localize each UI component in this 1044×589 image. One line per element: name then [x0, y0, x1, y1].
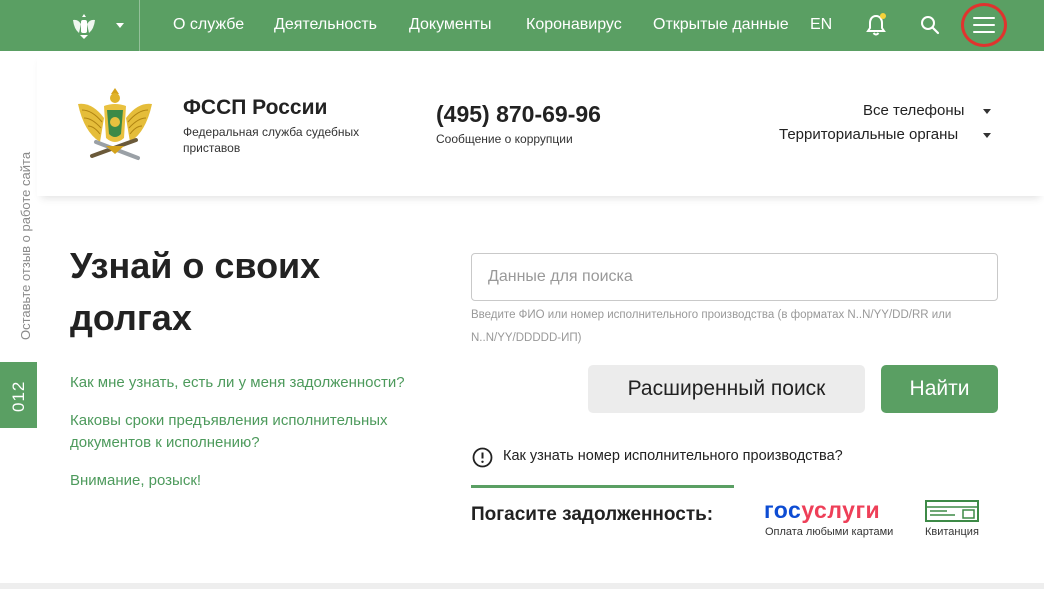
receipt-caption: Квитанция — [925, 526, 979, 538]
corruption-report-link[interactable]: Сообщение о коррупции — [436, 132, 573, 146]
receipt-icon[interactable] — [925, 500, 979, 522]
search-input[interactable] — [471, 253, 998, 301]
find-button[interactable]: Найти — [881, 365, 998, 413]
search-hint: Введите ФИО или номер исполнительного пр… — [471, 309, 952, 344]
advanced-search-button[interactable]: Расширенный поиск — [588, 365, 865, 413]
chevron-down-icon — [983, 133, 991, 138]
emblem-icon — [73, 14, 95, 39]
page-title: Узнай о своих долгах — [70, 245, 321, 338]
hotline-phone[interactable]: (495) 870-69-96 — [436, 101, 601, 128]
gosuslugi-caption: Оплата любыми картами — [765, 526, 894, 538]
feedback-tab[interactable]: Оставьте отзыв о работе сайта — [18, 152, 33, 340]
nav-item-open-data[interactable]: Открытые данные — [653, 16, 789, 34]
nav-item-about[interactable]: О службе — [173, 16, 244, 34]
footer-divider — [0, 583, 1044, 589]
chevron-down-icon — [116, 23, 124, 28]
notification-dot — [880, 13, 886, 19]
hotline-code: 012 — [9, 380, 28, 412]
gosuslugi-logo[interactable]: госуслуги — [764, 497, 880, 524]
nav-item-coronavirus[interactable]: Коронавирус — [526, 16, 622, 34]
divider — [471, 485, 734, 488]
nav-item-documents[interactable]: Документы — [409, 16, 491, 34]
case-number-help-link[interactable]: Как узнать номер исполнительного произво… — [503, 448, 843, 464]
org-name[interactable]: ФССП России — [183, 96, 327, 120]
territorial-bodies-dropdown[interactable]: Территориальные органы — [779, 126, 958, 143]
org-subtitle: Федеральная служба судебных приставов — [183, 125, 360, 155]
fssp-emblem-logo[interactable] — [76, 84, 154, 166]
top-navigation-bar: О службе Деятельность Документы Коронави… — [0, 0, 1044, 51]
nav-item-activity[interactable]: Деятельность — [274, 16, 377, 34]
faq-link-deadlines[interactable]: Каковы сроки предъявления исполнительных… — [70, 410, 420, 454]
all-phones-dropdown[interactable]: Все телефоны — [863, 102, 964, 119]
pay-debt-label: Погасите задолженность: — [471, 504, 714, 525]
menu-icon[interactable] — [973, 17, 995, 33]
faq-link-wanted[interactable]: Внимание, розыск! — [70, 470, 370, 492]
chevron-down-icon — [983, 109, 991, 114]
emblem-menu-toggle[interactable] — [56, 0, 140, 51]
search-icon[interactable] — [920, 15, 940, 35]
language-switch[interactable]: EN — [810, 16, 832, 34]
faq-link-debts[interactable]: Как мне узнать, есть ли у меня задолженн… — [70, 372, 450, 394]
exclamation-circle-icon — [472, 447, 493, 468]
